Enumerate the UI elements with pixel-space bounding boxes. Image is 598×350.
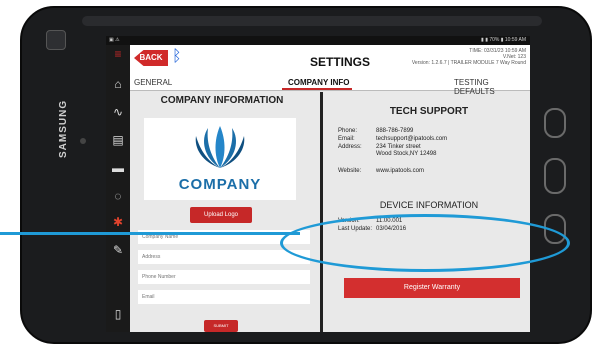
phone-label: Phone: <box>338 128 358 134</box>
tab-general[interactable]: GENERAL <box>134 78 172 87</box>
address-line-2: Wood Stock,NY 12498 <box>376 151 437 157</box>
register-warranty-button[interactable]: Register Warranty <box>344 278 520 298</box>
company-logo: COMPANY <box>144 118 296 200</box>
back-button[interactable]: BACK <box>134 50 168 66</box>
submit-button[interactable]: SUBMIT <box>204 320 238 332</box>
phone-number-input[interactable] <box>138 270 310 284</box>
callout-highlight-ellipse <box>280 214 570 272</box>
bluetooth-icon[interactable]: ᛒ <box>172 48 182 66</box>
support-phone-row: Phone: 888-786-7899 <box>338 128 413 135</box>
email-value: techsupport@ipatools.com <box>376 136 448 142</box>
folder-icon[interactable]: ▬ <box>111 161 125 175</box>
support-email-row: Email: techsupport@ipatools.com <box>338 136 447 143</box>
bumper-top <box>82 16 542 26</box>
address-input[interactable] <box>138 250 310 264</box>
clipboard-icon[interactable]: ▤ <box>111 133 125 147</box>
device-info-title: DEVICE INFORMATION <box>379 200 479 210</box>
address-line-1: 234 Tinker street <box>376 144 421 150</box>
brand-label: SAMSUNG <box>58 99 69 158</box>
callout-pointer-line <box>0 232 300 235</box>
camera-lens <box>80 138 86 144</box>
support-website-row: Website: www.ipatools.com <box>338 168 424 175</box>
app-screen: ▣ ⚠ ▮ ▮ 70% ▮ 10:59 AM ≡ ⌂ ∿ ▤ ▬ ◌ ✱ ✎ ▯… <box>106 36 530 332</box>
website-label: Website: <box>338 168 362 174</box>
home-icon[interactable]: ⌂ <box>111 77 125 91</box>
logo-wordmark: COMPANY <box>178 176 262 193</box>
menu-icon[interactable]: ≡ <box>111 47 125 61</box>
address-label: Address: <box>338 144 362 150</box>
support-panel: TECH SUPPORT Phone: 888-786-7899 Email: te… <box>332 92 526 332</box>
tech-support-title: TECH SUPPORT <box>389 106 469 117</box>
stylus-tip <box>46 30 66 50</box>
panel-divider <box>320 92 323 332</box>
nfc-card-icon[interactable]: ▯ <box>111 307 125 321</box>
header-bar: BACK ᛒ SETTINGS TIME: 03/31/23 10:59 AM … <box>130 45 530 77</box>
settings-gear-icon[interactable]: ✱ <box>111 215 125 229</box>
email-label: Email: <box>338 136 355 142</box>
pulse-icon[interactable]: ∿ <box>111 105 125 119</box>
tab-company-info[interactable]: COMPANY INFO <box>288 78 349 87</box>
hardware-button-home[interactable] <box>544 158 566 194</box>
active-tab-indicator <box>282 88 352 90</box>
page-title: SETTINGS <box>310 55 371 69</box>
website-value: www.ipatools.com <box>376 168 425 174</box>
side-navigation: ≡ ⌂ ∿ ▤ ▬ ◌ ✱ ✎ ▯ <box>106 45 130 332</box>
status-left: ▣ ⚠ <box>109 37 120 43</box>
hardware-button-recent[interactable] <box>544 108 566 138</box>
lightbulb-icon[interactable]: ◌ <box>111 189 125 203</box>
edit-note-icon[interactable]: ✎ <box>111 243 125 257</box>
status-right: ▮ ▮ 70% ▮ 10:59 AM <box>481 37 526 43</box>
status-bar: ▣ ⚠ ▮ ▮ 70% ▮ 10:59 AM <box>106 36 530 45</box>
company-info-title: COMPANY INFORMATION <box>160 95 284 106</box>
version-readout: Version: 1.2.6.7 | TRAILER MODULE 7 Way … <box>411 60 526 66</box>
header-info: TIME: 03/31/23 10:59 AM V.Net: 123 Versi… <box>412 48 526 66</box>
tab-bar: GENERAL COMPANY INFO TESTING DEFAULTS <box>130 77 530 96</box>
support-address-row: Address: 234 Tinker street Wood Stock,NY 1… <box>338 144 436 158</box>
email-input[interactable] <box>138 290 310 304</box>
upload-logo-button[interactable]: Upload Logo <box>190 207 252 223</box>
logo-mark-icon <box>195 126 245 168</box>
company-info-panel: COMPANY INFORMATION COMPANY Upload Logo … <box>134 92 310 332</box>
phone-value: 888-786-7899 <box>376 128 414 134</box>
